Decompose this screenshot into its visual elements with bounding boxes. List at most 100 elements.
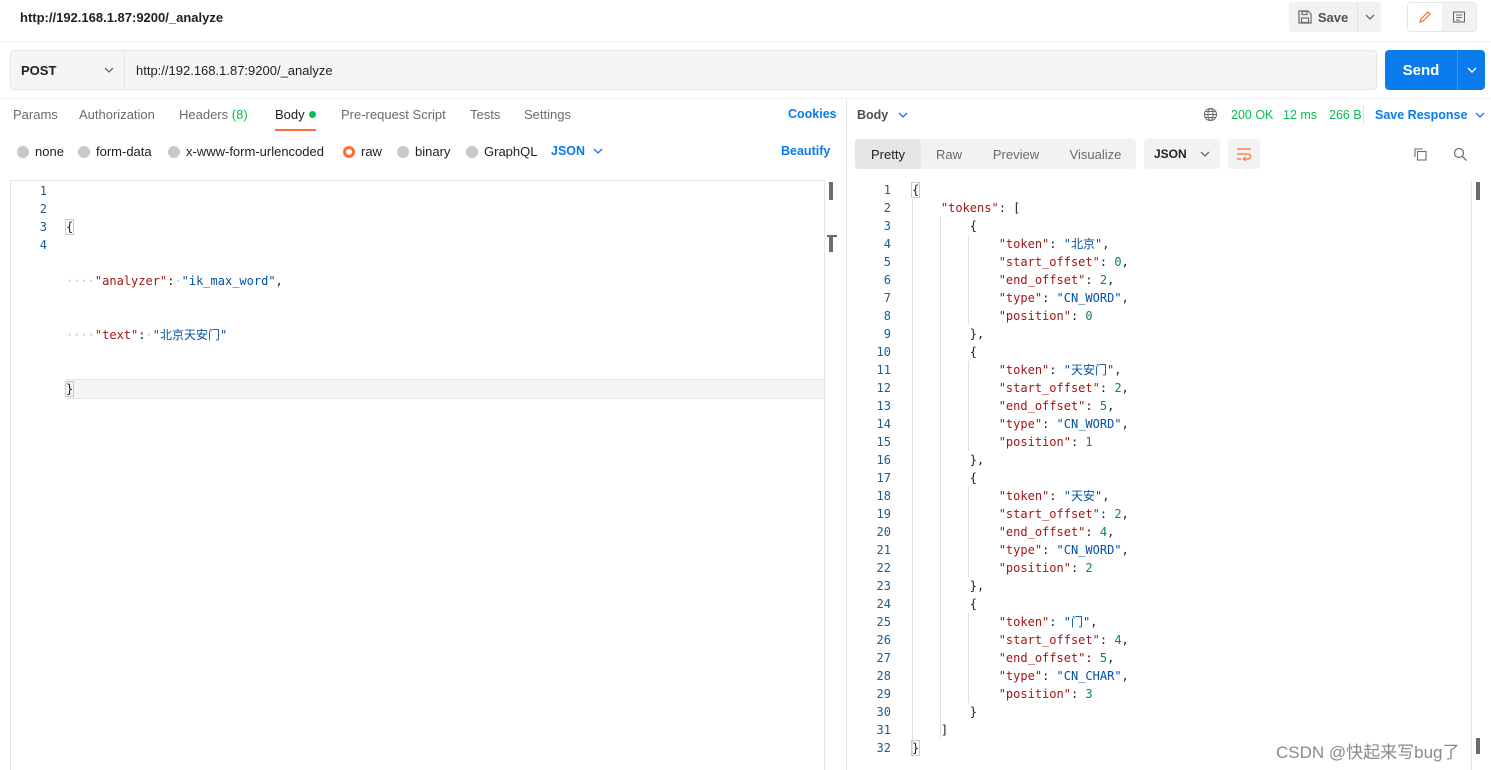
line-number: 4 — [39, 238, 47, 252]
response-size[interactable]: 266 B — [1329, 108, 1362, 122]
code-value: "CN_CHAR" — [1056, 669, 1122, 683]
code-value: "北京天安门" — [152, 328, 228, 342]
radio-dot — [78, 145, 90, 158]
code-token: , — [1121, 291, 1129, 305]
code-lines: { ····"analyzer":·"ik_max_word", ····"te… — [64, 182, 824, 434]
radio-binary[interactable]: binary — [397, 144, 450, 159]
code-token: { — [969, 597, 978, 611]
code-token: : — [1099, 381, 1115, 395]
code-token: , — [1107, 273, 1115, 287]
wrap-lines-button[interactable] — [1228, 139, 1260, 169]
line-number: 26 — [876, 633, 891, 647]
code-line: { — [912, 595, 1467, 613]
tab-visualize[interactable]: Visualize — [1055, 139, 1136, 169]
method-select[interactable]: POST — [11, 51, 125, 89]
tab-authorization[interactable]: Authorization — [79, 107, 155, 122]
search-icon[interactable] — [1450, 144, 1470, 164]
tab-raw[interactable]: Raw — [921, 139, 977, 169]
radio-x-www-form-urlencoded[interactable]: x-www-form-urlencoded — [168, 144, 324, 159]
tab-pretty[interactable]: Pretty — [855, 139, 921, 169]
code-line: { — [912, 217, 1467, 235]
code-value: 1 — [1085, 435, 1093, 449]
line-number: 2 — [39, 202, 47, 216]
response-viewer-scrollbar[interactable] — [1471, 180, 1485, 770]
beautify-link[interactable]: Beautify — [781, 144, 830, 158]
radio-raw[interactable]: raw — [343, 144, 382, 159]
code-line: "end_offset": 5, — [912, 649, 1467, 667]
request-editor-scrollbar[interactable] — [824, 180, 838, 770]
code-token: : — [1099, 507, 1115, 521]
cookies-link[interactable]: Cookies — [788, 107, 837, 121]
line-number: 10 — [876, 345, 891, 359]
code-value: 5 — [1099, 651, 1108, 665]
tab-body[interactable]: Body — [275, 107, 316, 131]
code-key: "start_offset" — [998, 507, 1100, 521]
save-button[interactable]: Save — [1289, 2, 1357, 32]
code-token: , — [1121, 543, 1129, 557]
scrollbar-thumb[interactable] — [1476, 182, 1480, 200]
code-token: , — [1121, 633, 1129, 647]
radio-graphql[interactable]: GraphQL — [466, 144, 537, 159]
raw-format-select[interactable]: JSON — [551, 144, 603, 158]
code-key: "text" — [94, 328, 139, 342]
url-input[interactable] — [125, 51, 1376, 89]
save-group: Save — [1289, 2, 1381, 32]
response-format-select[interactable]: JSON — [1144, 139, 1220, 169]
body-indicator-dot — [308, 111, 316, 118]
code-token: : — [1085, 525, 1100, 539]
code-key: "analyzer" — [94, 274, 168, 288]
save-icon — [1298, 10, 1312, 24]
tab-preview[interactable]: Preview — [977, 139, 1055, 169]
scrollbar-thumb[interactable] — [829, 182, 833, 200]
globe-icon[interactable] — [1203, 107, 1218, 125]
code-token: { — [64, 219, 75, 235]
scrollbar-thumb[interactable] — [1476, 738, 1480, 754]
request-body-editor[interactable]: 1 2 3 4 { ····"analyzer":·"ik_max_word",… — [10, 180, 825, 770]
copy-icon[interactable] — [1410, 144, 1430, 164]
line-number: 21 — [876, 543, 891, 557]
tab-headers[interactable]: Headers (8) — [179, 107, 248, 122]
response-section-select[interactable]: Body — [857, 108, 908, 122]
response-time[interactable]: 12 ms — [1283, 108, 1317, 122]
edit-mode-button[interactable] — [1408, 3, 1442, 31]
radio-form-data[interactable]: form-data — [78, 144, 152, 159]
code-value: 5 — [1099, 399, 1108, 413]
line-number: 17 — [876, 471, 891, 485]
send-dropdown-button[interactable] — [1457, 50, 1485, 90]
tab-params[interactable]: Params — [13, 107, 58, 122]
tab-pre-request-script[interactable]: Pre-request Script — [341, 107, 446, 122]
response-body-viewer[interactable]: 1 2 3 4 5 6 7 8 9 10 11 12 13 14 15 16 17 18 19 20 21 22 23 24 2… — [847, 180, 1471, 770]
documentation-mode-button[interactable] — [1442, 3, 1476, 31]
send-button[interactable]: Send — [1385, 50, 1457, 90]
tab-headers-label: Headers — [179, 107, 229, 122]
scrollbar-thumb[interactable] — [829, 236, 833, 252]
code-value: "ik_max_word" — [181, 274, 276, 288]
tab-settings[interactable]: Settings — [524, 107, 571, 122]
code-token: : — [1049, 363, 1064, 377]
request-title[interactable]: http://192.168.1.87:9200/_analyze — [20, 10, 223, 25]
save-response-button[interactable]: Save Response — [1375, 108, 1485, 122]
response-section-label: Body — [857, 108, 889, 122]
code-token: , — [1121, 417, 1129, 431]
line-number: 30 — [876, 705, 891, 719]
code-token: , — [1107, 651, 1115, 665]
status-code[interactable]: 200 OK — [1231, 108, 1273, 122]
code-token: : — [1070, 687, 1086, 701]
code-value: "门" — [1063, 615, 1091, 629]
line-number: 3 — [39, 220, 47, 234]
code-value: 2 — [1114, 381, 1122, 395]
code-token: , — [1102, 237, 1110, 251]
save-dropdown-button[interactable] — [1357, 2, 1381, 32]
tab-tests[interactable]: Tests — [470, 107, 500, 122]
radio-none[interactable]: none — [17, 144, 64, 159]
code-token: } — [969, 705, 978, 719]
code-token: } — [910, 740, 921, 756]
